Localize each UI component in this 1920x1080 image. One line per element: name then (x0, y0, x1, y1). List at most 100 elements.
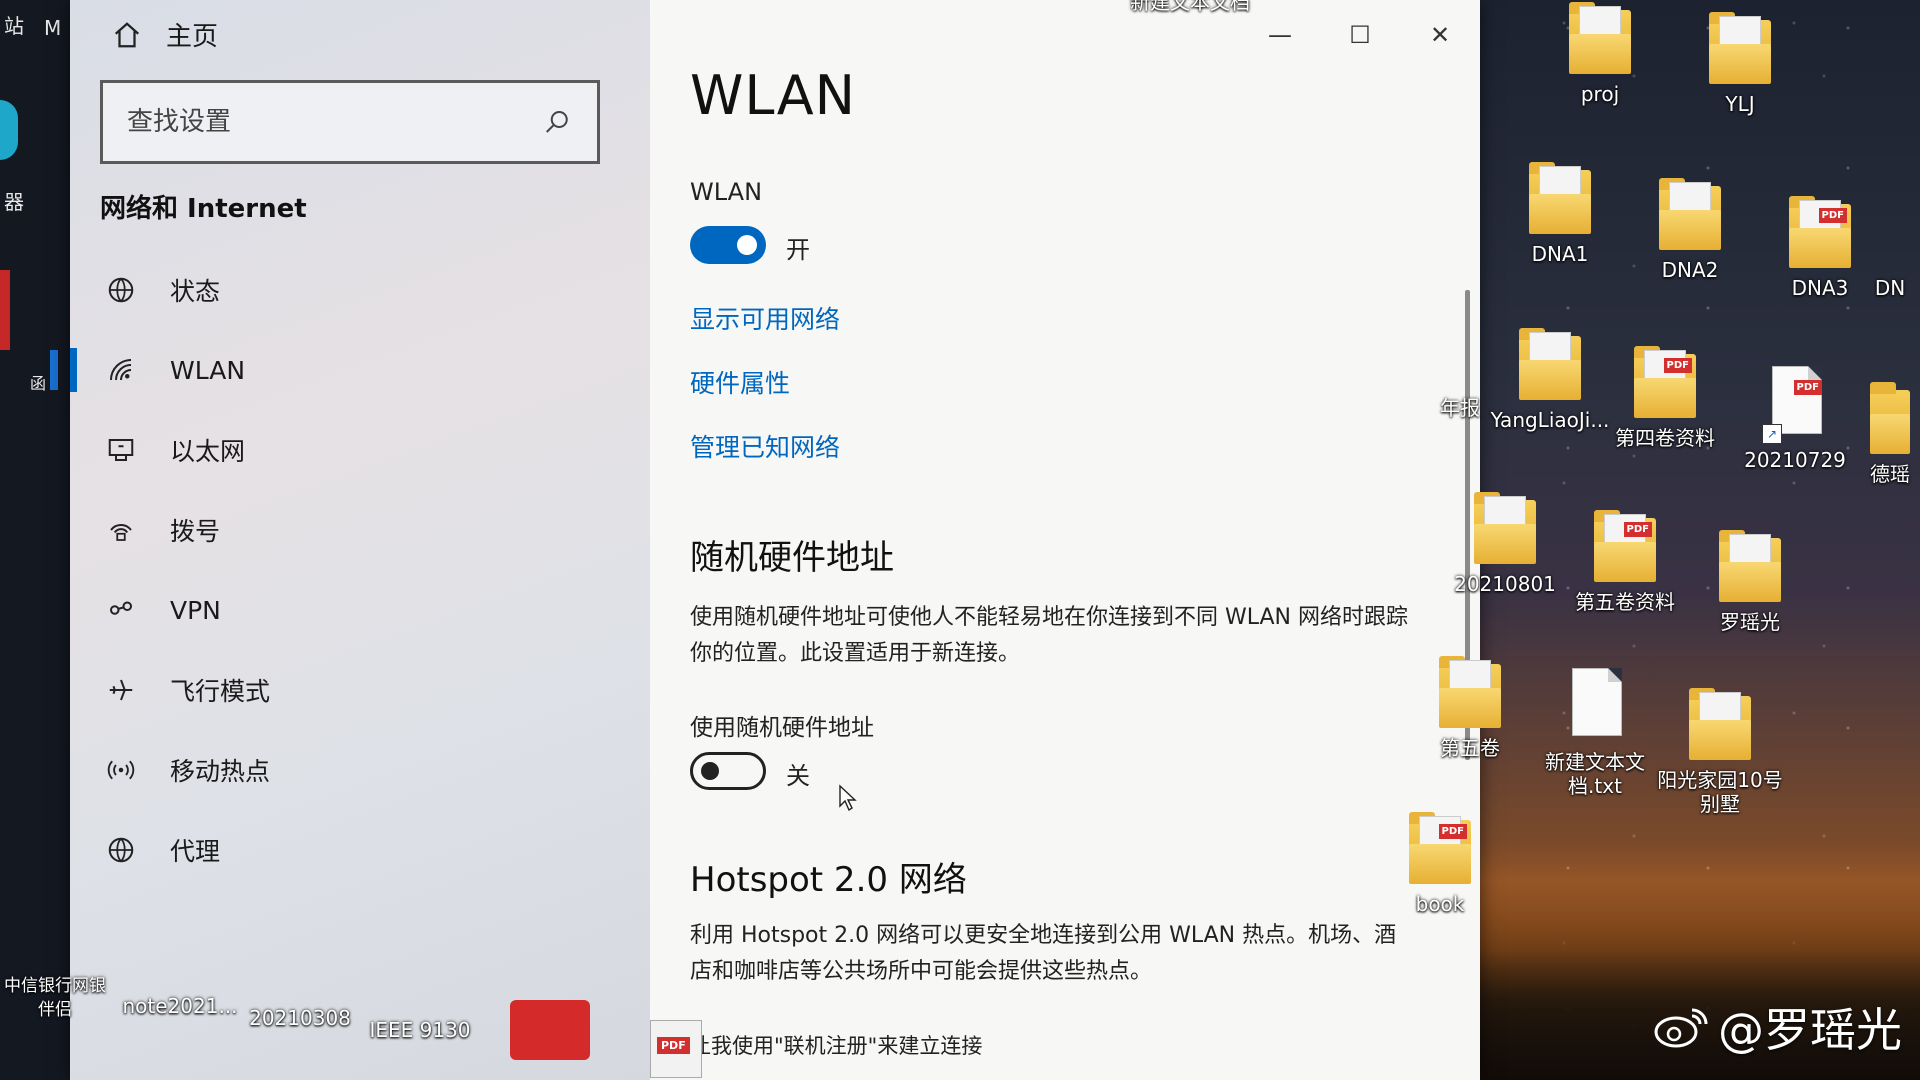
nav-item-ethernet[interactable]: 以太网 (70, 410, 650, 490)
desktop-bottom-icons: 中信银行网银伴侣 note2021... 20210308 IEEE 9130 … (0, 976, 760, 1080)
desktop-icon-label: book (1415, 892, 1465, 916)
ethernet-icon (104, 433, 138, 467)
nav-item-label: 代理 (170, 837, 221, 866)
wlan-toggle-state: 开 (786, 236, 810, 264)
manage-known-networks-link[interactable]: 管理已知网络 (690, 428, 840, 464)
edge-text-mid: 器 (4, 190, 24, 214)
desktop-icon-new-text-txt[interactable]: 新建文本文档.txt (1530, 668, 1660, 798)
desktop-icon-sunshine-villa[interactable]: 阳光家园10号别墅 (1650, 686, 1790, 816)
desktop-icon-label: 新建文本文档 (1130, 0, 1250, 14)
wlan-toggle[interactable] (690, 226, 766, 264)
mouse-cursor-icon (839, 784, 857, 812)
folder-icon (1519, 326, 1581, 404)
nav-item-mobile-hotspot[interactable]: 移动热点 (70, 730, 650, 810)
random-hw-toggle[interactable] (690, 752, 766, 790)
nav-item-label: 移动热点 (170, 757, 271, 786)
desktop-icon-vol5-materials[interactable]: PDF 第五卷资料 (1560, 508, 1690, 614)
desktop-icon-dna1[interactable]: DNA1 (1500, 160, 1620, 266)
desktop-icon-label: 第五卷资料 (1575, 590, 1675, 614)
desktop-icon-label: 20210308 (249, 1006, 351, 1030)
desktop-icon-citic-bank[interactable]: 中信银行网银伴侣 (0, 970, 110, 1022)
desktop-icon-label: DNA1 (1531, 242, 1589, 266)
proxy-globe-icon (104, 833, 138, 867)
random-hw-toggle-state: 关 (786, 762, 810, 790)
desktop-icon-yangliaoji[interactable]: YangLiaoJi... (1480, 326, 1620, 432)
desktop-icon-vol5[interactable]: 第五卷 (1410, 654, 1530, 760)
desktop-icon-dn[interactable]: DN (1860, 272, 1920, 300)
nav-item-status[interactable]: 状态 (70, 250, 650, 330)
folder-icon (1870, 380, 1910, 458)
desktop-icon-ieee[interactable]: IEEE 9130 (360, 1014, 480, 1042)
minimize-button[interactable]: — (1240, 0, 1320, 70)
home-icon (110, 18, 144, 52)
toggle-knob (737, 235, 757, 255)
desktop-icon-label: DN (1874, 276, 1906, 300)
folder-icon (1719, 528, 1781, 606)
edge-text-top: 站 (4, 14, 24, 38)
hotspot-icon (104, 753, 138, 787)
settings-content-pane: — ☐ ✕ WLAN WLAN 开 显示可用网络 硬件属性 管理已知网络 随机硬… (650, 0, 1480, 1080)
desktop-icon-new-text-doc[interactable]: 新建文本文档 (1130, 0, 1250, 14)
desktop-icon-20210729[interactable]: PDF ↗ 20210729 (1730, 366, 1860, 472)
weibo-icon (1654, 1008, 1708, 1048)
nav-item-wlan[interactable]: WLAN (70, 330, 650, 410)
desktop-icon-label: YangLiaoJi... (1490, 408, 1610, 432)
desktop-icon-book[interactable]: PDF book (1380, 810, 1500, 916)
desktop-app-icon-cyan[interactable] (0, 100, 18, 160)
desktop-icon-vol4-materials[interactable]: PDF 第四卷资料 (1600, 344, 1730, 450)
window-controls: — ☐ ✕ (1240, 0, 1480, 70)
desktop-icon-label: 20210801 (1454, 572, 1556, 596)
desktop-left-edge: 站 M 器 函 (0, 0, 70, 1080)
desktop-icon-label: 德瑶 (1870, 462, 1910, 486)
desktop-icon-20210308[interactable]: 20210308 (240, 1002, 360, 1030)
pdf-file-icon[interactable]: PDF (650, 1020, 702, 1078)
nav-section-title: 网络和 Internet (100, 194, 307, 224)
desktop-icon-deyao[interactable]: 德瑶 (1860, 380, 1920, 486)
nav-item-label: VPN (170, 595, 221, 625)
folder-icon (1689, 686, 1751, 764)
desktop-icon-dna2[interactable]: DNA2 (1630, 176, 1750, 282)
pdf-folder-icon: PDF (1789, 194, 1851, 272)
globe-icon (104, 273, 138, 307)
desktop-icon-label: 新建文本文档.txt (1545, 750, 1645, 798)
nav-item-dialup[interactable]: 拨号 (70, 490, 650, 570)
close-button[interactable]: ✕ (1400, 0, 1480, 70)
settings-search-box[interactable] (100, 80, 600, 164)
nav-item-vpn[interactable]: VPN (70, 570, 650, 650)
settings-window: 主页 网络和 Internet 状态 WLAN (70, 0, 1480, 1080)
random-hw-description: 使用随机硬件地址可使他人不能轻易地在你连接到不同 WLAN 网络时跟踪你的位置。… (690, 605, 1409, 666)
nav-item-label: WLAN (170, 355, 246, 385)
desktop-icon-ylj[interactable]: YLJ (1680, 10, 1800, 116)
desktop-icon-20210801[interactable]: 20210801 (1440, 490, 1570, 596)
settings-nav-pane: 主页 网络和 Internet 状态 WLAN (70, 0, 650, 1080)
desktop-icon-label: 第四卷资料 (1615, 426, 1715, 450)
airplane-icon (104, 673, 138, 707)
desktop-icon-label: 罗瑶光 (1720, 610, 1780, 634)
nav-item-label: 拨号 (170, 517, 221, 546)
wifi-icon (104, 353, 138, 387)
desktop-icon-note2021[interactable]: note2021... (120, 990, 240, 1018)
pdf-folder-icon: PDF (1409, 810, 1471, 888)
desktop-icon-label: note2021... (122, 994, 238, 1018)
desktop-icon-label: 阳光家园10号别墅 (1657, 768, 1783, 816)
maximize-button[interactable]: ☐ (1320, 0, 1400, 70)
nav-item-airplane-mode[interactable]: 飞行模式 (70, 650, 650, 730)
search-icon[interactable] (541, 105, 575, 139)
desktop-app-icon-red[interactable] (0, 270, 10, 350)
settings-search-input[interactable] (125, 106, 529, 138)
desktop-icon-label: 年报 (1440, 396, 1480, 420)
desktop-icon-label: proj (1580, 82, 1620, 106)
page-title: WLAN (690, 64, 857, 127)
nav-item-proxy[interactable]: 代理 (70, 810, 650, 890)
folder-icon (1529, 160, 1591, 238)
hardware-properties-link[interactable]: 硬件属性 (690, 364, 790, 400)
taskbar-accent (50, 350, 58, 390)
desktop-icon-proj[interactable]: proj (1540, 0, 1660, 106)
nav-home-item[interactable]: 主页 (110, 16, 218, 53)
desktop-icon-luo-yaoguang[interactable]: 罗瑶光 (1690, 528, 1810, 634)
show-available-networks-link[interactable]: 显示可用网络 (690, 300, 840, 336)
app-shortcut-icon[interactable] (510, 1000, 590, 1060)
desktop-icon-label: 第五卷 (1440, 736, 1500, 760)
edge-text-top-2: M (44, 16, 62, 40)
folder-icon (1659, 176, 1721, 254)
